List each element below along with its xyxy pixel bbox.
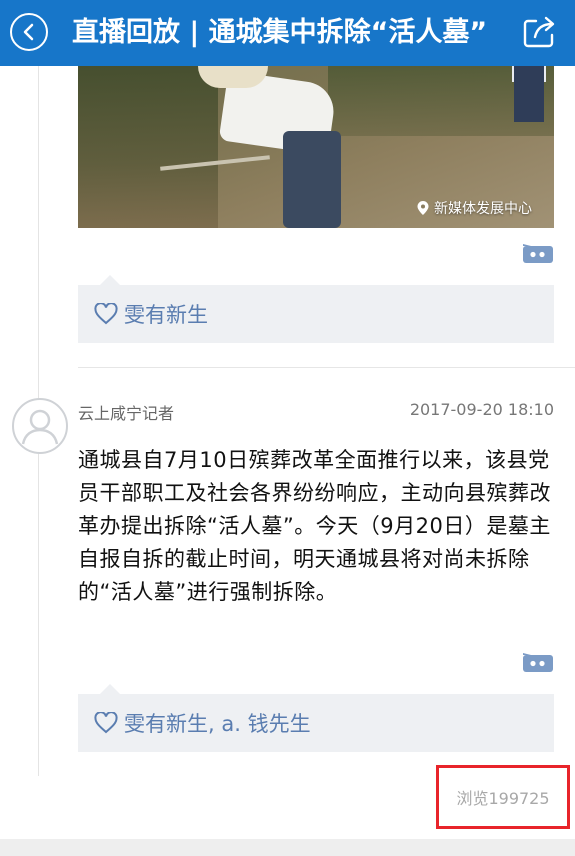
photo-watermark: 新媒体发展中心 [416, 198, 532, 218]
page-title: 直播回放 | 通城集中拆除“活人墓” [72, 17, 488, 48]
comment-icon[interactable] [523, 653, 553, 673]
chevron-left-icon [23, 23, 34, 41]
watermark-text: 新媒体发展中心 [434, 201, 532, 217]
view-count-box: 浏览199725 [436, 765, 570, 829]
live-replay-feed[interactable]: 新媒体发展中心 雯有新生 云上咸宁记者 2017-09-20 18:10 通城县… [0, 66, 575, 856]
heart-icon[interactable] [94, 303, 118, 325]
post-timestamp: 2017-09-20 18:10 [409, 400, 554, 419]
likes-names: 雯有新生, a. 钱先生 [124, 712, 311, 736]
view-count: 浏览199725 [456, 789, 550, 808]
post-body-text: 通城县自7月10日殡葬改革全面推行以来，该县党员干部职工及社会各界纷纷响应，主动… [78, 448, 551, 604]
user-avatar-icon [21, 409, 59, 445]
likes-names: 雯有新生 [124, 303, 208, 327]
top-nav-bar: 直播回放 | 通城集中拆除“活人墓” [0, 0, 575, 66]
share-icon [523, 16, 555, 48]
likes-box: 雯有新生, a. 钱先生 [78, 684, 554, 752]
location-pin-icon [417, 201, 429, 215]
post-divider [78, 367, 575, 368]
bottom-bar [0, 839, 575, 856]
post-author: 云上咸宁记者 [78, 404, 175, 423]
likes-box: 雯有新生 [78, 275, 554, 343]
comment-icon[interactable] [523, 244, 553, 264]
heart-icon[interactable] [94, 712, 118, 734]
share-button[interactable] [522, 15, 558, 49]
avatar[interactable] [12, 398, 68, 454]
post-photo[interactable]: 新媒体发展中心 [78, 66, 554, 228]
back-button[interactable] [10, 13, 48, 51]
